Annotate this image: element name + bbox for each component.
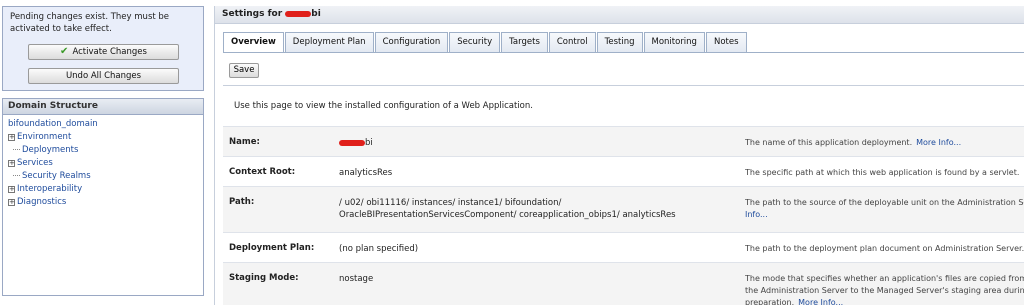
redaction-mark <box>339 139 365 146</box>
row-help: The mode that specifies whether an appli… <box>745 274 1024 305</box>
tab-control[interactable]: Control <box>548 32 596 52</box>
tab-overview[interactable]: Overview <box>223 32 284 53</box>
row-help: The path to the deployment plan document… <box>745 244 1024 253</box>
row-help: The specific path at which this web appl… <box>745 167 1024 179</box>
table-row: Name: bi The name of this application depl… <box>223 126 1024 156</box>
table-row: Deployment Plan: (no plan specified) The p… <box>223 232 1024 262</box>
tab-divider <box>223 52 1024 53</box>
domain-root-link[interactable]: bifoundation_domain <box>8 119 98 129</box>
tab-targets[interactable]: Targets <box>501 32 548 52</box>
tab-testing[interactable]: Testing <box>596 32 643 52</box>
row-label: Name: <box>229 137 260 147</box>
expand-icon[interactable]: + <box>8 199 15 206</box>
row-help: The path to the source of the deployable… <box>745 198 1024 219</box>
row-label: Context Root: <box>229 167 296 177</box>
checkmark-icon: ✔ <box>60 46 69 57</box>
intro-text: Use this page to view the installed conf… <box>234 101 533 111</box>
tab-notes[interactable]: Notes <box>705 32 747 52</box>
tree-item-label: Environment <box>17 132 72 142</box>
row-value: nostage <box>339 274 374 284</box>
save-button[interactable]: Save <box>229 63 259 78</box>
row-label: Deployment Plan: <box>229 243 315 253</box>
table-row: Context Root: analyticsRes The specific pa… <box>223 156 1024 186</box>
expand-icon[interactable]: + <box>8 160 15 167</box>
tree-item-label: Interoperability <box>17 184 83 194</box>
settings-title-prefix: Settings for <box>222 9 283 19</box>
settings-panel: Settings for bi Overview Deployment Plan C… <box>214 6 1024 305</box>
expand-icon[interactable]: + <box>8 186 15 193</box>
tree-item[interactable]: Deployments <box>8 144 78 156</box>
more-info-link[interactable]: More Info... <box>916 138 961 147</box>
tab-deployment-plan[interactable]: Deployment Plan <box>284 32 374 52</box>
pending-changes-message: Pending changes exist. They must be acti… <box>10 12 170 34</box>
row-value: (no plan specified) <box>339 244 419 254</box>
tab-configuration[interactable]: Configuration <box>374 32 449 52</box>
tree-connector-icon <box>13 144 20 150</box>
more-info-link[interactable]: Info... <box>745 210 768 219</box>
tree-item-label: Security Realms <box>22 171 91 181</box>
domain-structure-panel: Domain Structure bifoundation_domain + En… <box>2 98 204 296</box>
tree-item[interactable]: + Environment <box>8 131 71 143</box>
more-info-link[interactable]: More Info... <box>798 298 843 305</box>
change-center-panel: Pending changes exist. They must be acti… <box>2 6 204 91</box>
settings-title-suffix: bi <box>311 9 321 19</box>
expand-icon[interactable]: + <box>8 134 15 141</box>
undo-all-changes-button[interactable]: Undo All Changes <box>28 68 179 84</box>
tab-security[interactable]: Security <box>449 32 501 52</box>
table-row: Path: / u02/ obi11116/ instances/ instanc… <box>223 186 1024 232</box>
tree-item[interactable]: + Diagnostics <box>8 196 66 208</box>
redaction-mark <box>285 10 312 17</box>
tree-connector-icon <box>13 170 20 176</box>
tree-item[interactable]: + Services <box>8 157 53 169</box>
row-value: bi <box>339 137 729 149</box>
save-divider <box>223 85 1024 86</box>
row-value: analyticsRes <box>339 168 393 178</box>
tab-monitoring[interactable]: Monitoring <box>643 32 705 52</box>
row-value: / u02/ obi11116/ instances/ instance1/ b… <box>339 198 676 220</box>
activate-changes-button[interactable]: ✔ Activate Changes <box>28 44 179 60</box>
table-row: Staging Mode: nostage The mode that specif… <box>223 262 1024 305</box>
activate-changes-label: Activate Changes <box>72 47 147 57</box>
tree-item-label: Services <box>17 158 53 168</box>
tree-item-label: Diagnostics <box>17 197 67 207</box>
row-label: Staging Mode: <box>229 273 299 283</box>
settings-title: Settings for bi <box>215 6 1024 24</box>
tree-item[interactable]: Security Realms <box>8 170 91 182</box>
settings-tabs: Overview Deployment Plan Configuration Secu… <box>223 32 748 53</box>
domain-structure-title: Domain Structure <box>3 99 203 115</box>
tree-item-label: Deployments <box>22 145 79 155</box>
row-label: Path: <box>229 197 255 207</box>
tree-item[interactable]: + Interoperability <box>8 183 82 195</box>
row-help: The name of this application deployment.… <box>745 138 962 147</box>
